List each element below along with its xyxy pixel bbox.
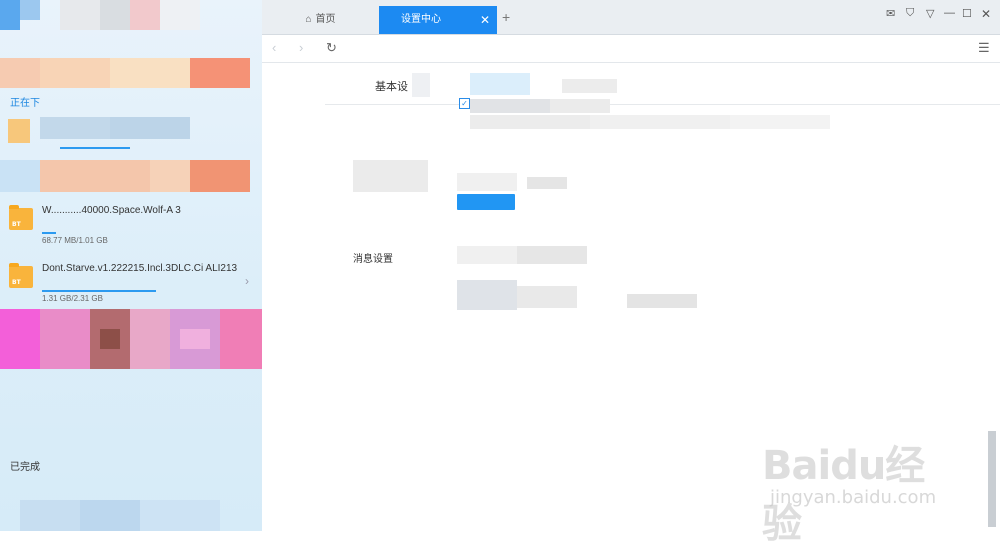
tab-home[interactable]: ⌂ 首页 <box>262 6 379 34</box>
blurred-row-1 <box>0 58 262 88</box>
maximize-icon[interactable]: ☐ <box>962 7 972 20</box>
checkbox[interactable]: ✓ <box>459 98 470 109</box>
download-progress <box>42 232 56 234</box>
chevron-right-icon[interactable]: › <box>245 274 249 288</box>
blurred-block <box>0 309 262 369</box>
download-progress <box>42 290 156 292</box>
scrollbar[interactable] <box>988 431 996 527</box>
message-settings-label: 消息设置 <box>353 254 393 265</box>
close-window-icon[interactable]: ✕ <box>981 7 991 21</box>
blurred-header <box>0 0 262 40</box>
skin-icon[interactable]: ⛉ <box>906 7 914 20</box>
mail-icon[interactable]: ✉ <box>886 7 895 20</box>
config-button[interactable] <box>457 194 515 210</box>
back-icon[interactable]: ‹ <box>272 40 276 55</box>
blurred-message-options <box>457 246 697 312</box>
blurred-option-text <box>457 173 577 191</box>
watermark-url: jingyan.baidu.com <box>770 487 937 508</box>
download-item[interactable]: BT Dont.Starve.v1.222215.Incl.3DLC.Ci AL… <box>0 262 262 310</box>
minimize-icon[interactable]: — <box>944 7 955 19</box>
settings-content: 基本设 ✓ 消息设置 Baidu经验 jingyan.baidu.com <box>262 63 1000 547</box>
downloading-section-label: 正在下 <box>10 98 40 109</box>
nav-bar: ‹ › ↻ ☰ <box>262 35 1000 63</box>
download-panel: 正在下 BT W...........40000.Space.Wolf-A 3 … <box>0 0 263 531</box>
close-tab-icon[interactable]: ✕ <box>480 6 490 34</box>
tab-settings[interactable]: 设置中心 ✕ <box>379 6 497 34</box>
blurred-options <box>470 99 850 133</box>
download-size: 68.77 MB/1.01 GB <box>42 236 108 245</box>
blurred-footer <box>0 500 262 531</box>
bt-folder-icon: BT <box>9 205 33 230</box>
new-tab-button[interactable]: + <box>502 9 510 25</box>
refresh-icon[interactable]: ↻ <box>326 40 337 56</box>
home-icon: ⌂ <box>305 14 312 25</box>
blurred-tab-indicator <box>412 73 622 99</box>
forward-icon[interactable]: › <box>299 40 303 55</box>
dropdown-menu-icon[interactable]: ▽ <box>926 7 934 20</box>
blurred-label <box>353 160 428 192</box>
blurred-row-3 <box>0 160 262 192</box>
bt-folder-icon: BT <box>9 263 33 288</box>
tab-strip: ⌂ 首页 设置中心 ✕ + ✉ ⛉ ▽ — ☐ ✕ <box>262 0 1000 35</box>
blurred-row-2 <box>0 115 262 151</box>
download-name: W...........40000.Space.Wolf-A 3 <box>42 205 181 216</box>
download-name: Dont.Starve.v1.222215.Incl.3DLC.Ci ALI21… <box>42 263 238 274</box>
settings-tab-basic[interactable]: 基本设 <box>375 78 408 94</box>
baidu-watermark: Baidu经验 jingyan.baidu.com <box>762 425 962 547</box>
download-item[interactable]: BT W...........40000.Space.Wolf-A 3 68.7… <box>0 204 262 252</box>
completed-section-label: 已完成 <box>10 462 40 473</box>
hamburger-menu-icon[interactable]: ☰ <box>978 40 990 56</box>
download-size: 1.31 GB/2.31 GB <box>42 294 103 303</box>
